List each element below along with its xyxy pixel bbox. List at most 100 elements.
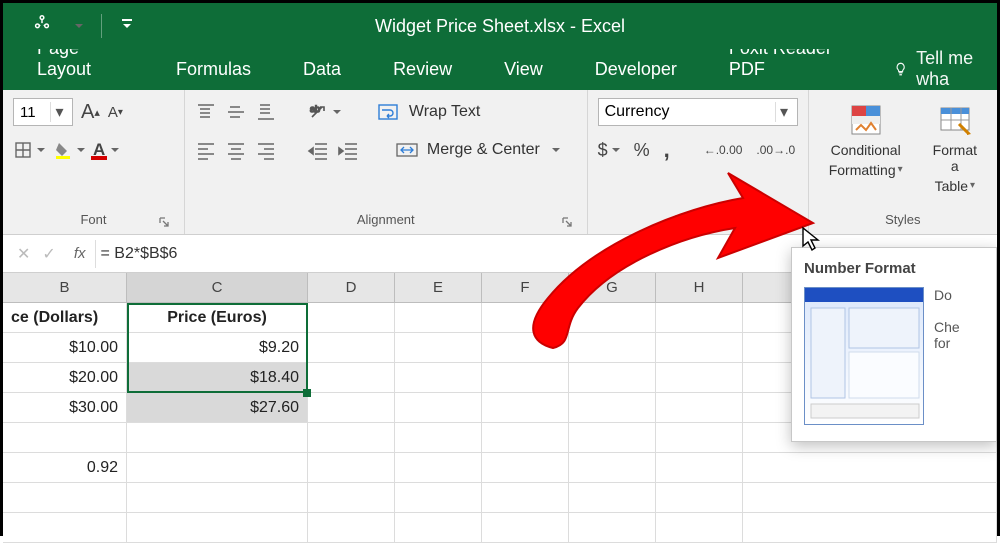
cell[interactable] — [656, 483, 743, 513]
cell[interactable] — [743, 483, 997, 513]
cell[interactable] — [656, 453, 743, 483]
cell[interactable] — [656, 333, 743, 363]
col-header-e[interactable]: E — [395, 273, 482, 302]
col-header-c[interactable]: C — [127, 273, 308, 302]
cell[interactable] — [308, 393, 395, 423]
cell[interactable] — [395, 303, 482, 333]
cell[interactable] — [743, 453, 997, 483]
qat-customize-icon[interactable] — [120, 17, 134, 36]
align-bottom-icon[interactable] — [255, 98, 277, 126]
cell[interactable] — [743, 513, 997, 543]
cell[interactable] — [569, 333, 656, 363]
cell[interactable] — [395, 453, 482, 483]
cell[interactable] — [482, 363, 569, 393]
cell[interactable] — [127, 513, 308, 543]
cell[interactable] — [308, 363, 395, 393]
cell-b2[interactable]: $10.00 — [3, 333, 127, 363]
cell-b6[interactable]: 0.92 — [3, 453, 127, 483]
number-launcher-icon[interactable] — [780, 214, 796, 230]
font-launcher-icon[interactable] — [156, 214, 172, 230]
cell[interactable] — [482, 333, 569, 363]
cell-c6[interactable] — [127, 453, 308, 483]
cell[interactable] — [656, 513, 743, 543]
col-header-g[interactable]: G — [569, 273, 656, 302]
cell[interactable] — [569, 363, 656, 393]
font-color-button[interactable]: A — [93, 136, 119, 164]
decrease-decimal-icon[interactable]: .00→.0 — [756, 136, 795, 164]
number-format-combo[interactable]: ▾ — [598, 98, 798, 126]
cell-c2[interactable]: $9.20 — [127, 333, 308, 363]
cell[interactable] — [656, 363, 743, 393]
fill-color-button[interactable] — [53, 136, 85, 164]
cell[interactable] — [395, 333, 482, 363]
cell-b4[interactable]: $30.00 — [3, 393, 127, 423]
chevron-down-icon[interactable]: ▾ — [50, 102, 68, 122]
col-header-h[interactable]: H — [656, 273, 743, 302]
align-right-icon[interactable] — [255, 136, 277, 164]
alignment-launcher-icon[interactable] — [559, 214, 575, 230]
cell[interactable] — [482, 393, 569, 423]
cell[interactable] — [656, 303, 743, 333]
tab-view[interactable]: View — [492, 51, 555, 90]
col-header-f[interactable]: F — [482, 273, 569, 302]
col-header-d[interactable]: D — [308, 273, 395, 302]
increase-decimal-icon[interactable]: ←.0.00 — [704, 136, 743, 164]
cell[interactable] — [569, 483, 656, 513]
cell[interactable] — [656, 423, 743, 453]
touch-mode-dropdown[interactable] — [71, 17, 83, 35]
col-header-b[interactable]: B — [3, 273, 127, 302]
enter-formula-icon[interactable]: ✓ — [42, 244, 55, 264]
cell[interactable] — [308, 333, 395, 363]
merge-center-button[interactable]: Merge & Center — [395, 136, 560, 164]
cell-c4[interactable]: $27.60 — [127, 393, 308, 423]
cell[interactable] — [395, 483, 482, 513]
cell[interactable] — [482, 453, 569, 483]
tab-formulas[interactable]: Formulas — [164, 51, 263, 90]
format-as-table-button[interactable]: Format a Table ▾ — [923, 98, 987, 208]
wrap-text-button[interactable]: Wrap Text — [377, 98, 480, 126]
conditional-formatting-button[interactable]: Conditional Formatting ▾ — [819, 98, 913, 208]
cell[interactable] — [569, 423, 656, 453]
accounting-format-button[interactable]: $ — [598, 136, 620, 164]
percent-format-button[interactable]: % — [634, 136, 650, 164]
cell-b5[interactable] — [3, 423, 127, 453]
cell[interactable] — [569, 303, 656, 333]
increase-indent-icon[interactable] — [337, 136, 359, 164]
cell-b1[interactable]: ce (Dollars) — [3, 303, 127, 333]
cell[interactable] — [395, 513, 482, 543]
fx-icon[interactable]: fx — [74, 245, 86, 262]
cell[interactable] — [395, 393, 482, 423]
font-size-combo[interactable]: ▾ — [13, 98, 73, 126]
cell[interactable] — [569, 393, 656, 423]
cell-c3[interactable]: $18.40 — [127, 363, 308, 393]
cell[interactable] — [569, 453, 656, 483]
tab-review[interactable]: Review — [381, 51, 464, 90]
tab-data[interactable]: Data — [291, 51, 353, 90]
cell[interactable] — [569, 513, 656, 543]
cell[interactable] — [482, 483, 569, 513]
cell[interactable] — [482, 303, 569, 333]
comma-format-button[interactable]: , — [664, 136, 670, 164]
cell[interactable] — [482, 423, 569, 453]
font-size-input[interactable] — [14, 104, 50, 121]
cell-b3[interactable]: $20.00 — [3, 363, 127, 393]
align-center-icon[interactable] — [225, 136, 247, 164]
chevron-down-icon[interactable]: ▾ — [775, 102, 793, 122]
cell[interactable] — [308, 453, 395, 483]
fill-handle[interactable] — [303, 389, 311, 397]
decrease-font-icon[interactable]: A▾ — [108, 98, 123, 126]
increase-font-icon[interactable]: A▴ — [81, 98, 100, 126]
cell[interactable] — [395, 363, 482, 393]
align-middle-icon[interactable] — [225, 98, 247, 126]
cell-c5[interactable] — [127, 423, 308, 453]
cell[interactable] — [308, 513, 395, 543]
number-format-input[interactable] — [599, 103, 775, 121]
borders-button[interactable] — [13, 136, 45, 164]
cell[interactable] — [308, 303, 395, 333]
tab-developer[interactable]: Developer — [583, 51, 689, 90]
cell[interactable] — [308, 423, 395, 453]
cell[interactable] — [308, 483, 395, 513]
align-left-icon[interactable] — [195, 136, 217, 164]
cell[interactable] — [3, 483, 127, 513]
touch-mode-icon[interactable] — [31, 13, 53, 40]
